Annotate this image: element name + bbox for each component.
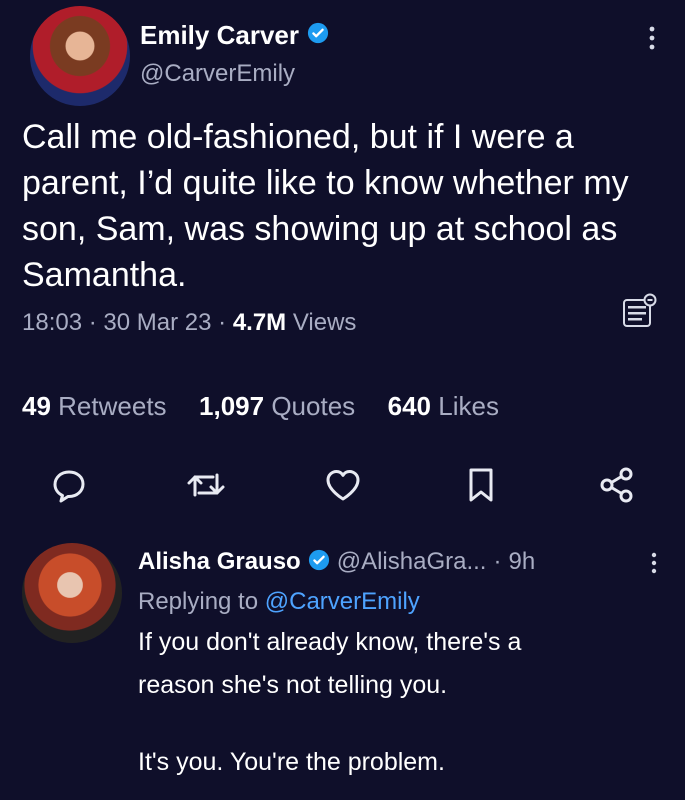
reply-text-line-2: reason she's not telling you.: [138, 671, 448, 699]
more-vertical-icon[interactable]: [640, 20, 664, 56]
retweets-count: 49: [22, 391, 51, 421]
views-count[interactable]: 4.7M: [233, 309, 286, 336]
share-icon[interactable]: [598, 466, 636, 504]
verified-badge-icon: [307, 22, 329, 49]
retweet-icon[interactable]: [185, 466, 227, 504]
reply-text-line-3: It's you. You're the problem.: [138, 748, 445, 776]
reply-author-avatar[interactable]: [22, 543, 122, 643]
reply-author-handle[interactable]: @AlishaGra...: [337, 548, 487, 576]
author-name[interactable]: Emily Carver: [140, 20, 299, 51]
likes-stat[interactable]: 640 Likes: [388, 391, 499, 421]
reply-age[interactable]: 9h: [508, 548, 535, 576]
retweets-label: Retweets: [58, 391, 167, 421]
analytics-icon[interactable]: [620, 290, 660, 330]
reply-icon[interactable]: [50, 466, 88, 504]
likes-count: 640: [387, 391, 432, 421]
separator: ·: [88, 309, 97, 336]
reply-author-name[interactable]: Alisha Grauso: [138, 548, 301, 576]
separator: ·: [493, 548, 502, 575]
author-handle[interactable]: @CarverEmily: [140, 60, 295, 88]
views-label: Views: [292, 309, 357, 336]
like-icon[interactable]: [323, 466, 363, 504]
replying-to-label: Replying to: [138, 588, 259, 615]
quotes-label: Quotes: [271, 391, 356, 421]
quotes-count: 1,097: [199, 391, 265, 421]
tweet-time[interactable]: 18:03: [22, 309, 82, 336]
more-vertical-icon[interactable]: [642, 548, 666, 578]
retweets-stat[interactable]: 49 Retweets: [22, 391, 174, 421]
quotes-stat[interactable]: 1,097 Quotes: [199, 391, 362, 421]
tweet-text: Call me old-fashioned, but if I were a p…: [22, 118, 629, 294]
bookmark-icon[interactable]: [466, 466, 496, 504]
reply-text-line-1: If you don't already know, there's a: [138, 628, 522, 656]
verified-badge-icon: [308, 549, 330, 576]
author-avatar[interactable]: [30, 6, 130, 106]
likes-label: Likes: [438, 391, 499, 421]
replying-to-handle[interactable]: @CarverEmily: [265, 588, 420, 615]
tweet-date[interactable]: 30 Mar 23: [103, 309, 211, 336]
separator: ·: [218, 309, 227, 336]
